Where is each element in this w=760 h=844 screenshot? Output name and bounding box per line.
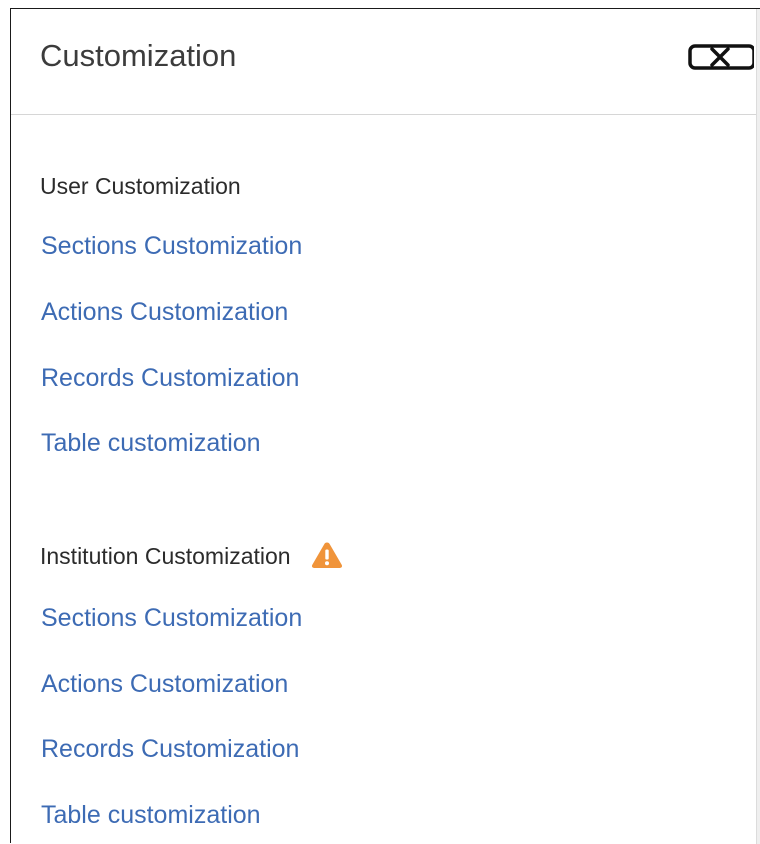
institution-sections-customization-link[interactable]: Sections Customization — [41, 603, 302, 633]
institution-customization-heading: Institution Customization — [40, 540, 343, 570]
user-table-customization-link[interactable]: Table customization — [41, 428, 261, 458]
panel-title: Customization — [40, 38, 237, 73]
institution-actions-customization-link[interactable]: Actions Customization — [41, 669, 288, 699]
close-button[interactable] — [688, 44, 754, 70]
close-icon — [688, 44, 754, 70]
user-actions-customization-link[interactable]: Actions Customization — [41, 297, 288, 327]
panel-scrollbar[interactable] — [756, 9, 760, 844]
panel-header: Customization — [11, 9, 760, 115]
user-sections-customization-link[interactable]: Sections Customization — [41, 231, 302, 261]
section-heading-label: Institution Customization — [40, 542, 291, 569]
user-customization-heading: User Customization — [40, 170, 241, 200]
section-heading-label: User Customization — [40, 172, 241, 199]
institution-table-customization-link[interactable]: Table customization — [41, 800, 261, 830]
warning-icon — [311, 542, 343, 568]
institution-records-customization-link[interactable]: Records Customization — [41, 734, 299, 764]
customization-panel: Customization User Customization Section… — [10, 8, 760, 844]
user-records-customization-link[interactable]: Records Customization — [41, 363, 299, 393]
